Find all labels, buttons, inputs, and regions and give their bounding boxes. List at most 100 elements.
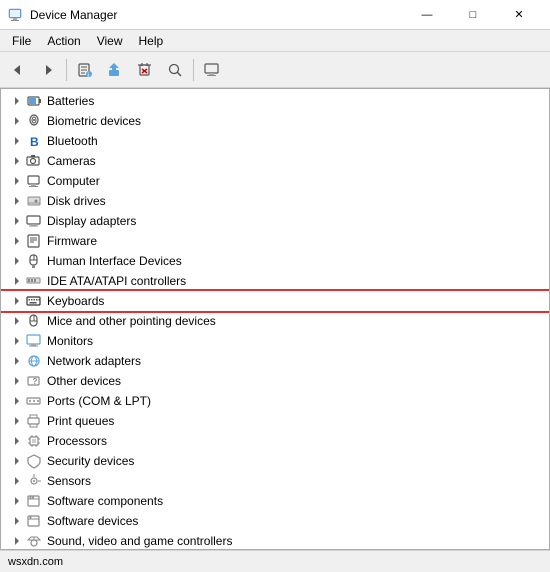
close-button[interactable]: ✕ <box>496 0 542 30</box>
toolbar-separator-2 <box>193 59 194 81</box>
expand-arrow <box>9 153 25 169</box>
expand-arrow <box>9 433 25 449</box>
expand-arrow <box>9 213 25 229</box>
menu-help[interactable]: Help <box>131 32 172 50</box>
tree-item-display-adapters[interactable]: Display adapters <box>1 211 549 231</box>
tree-item-ports--com---lpt-[interactable]: Ports (COM & LPT) <box>1 391 549 411</box>
tree-item-network-adapters[interactable]: Network adapters <box>1 351 549 371</box>
tree-item-human-interface-devices[interactable]: Human Interface Devices <box>1 251 549 271</box>
tree-item-software-devices[interactable]: Software devices <box>1 511 549 531</box>
expand-arrow <box>9 393 25 409</box>
scan-button[interactable] <box>161 56 189 84</box>
forward-button[interactable] <box>34 56 62 84</box>
expand-arrow <box>9 533 25 549</box>
sensors-icon <box>25 472 43 490</box>
expand-arrow <box>9 233 25 249</box>
tree-item-label: Computer <box>47 171 100 191</box>
expand-arrow <box>9 173 25 189</box>
network-adapters-icon <box>25 352 43 370</box>
toolbar: i <box>0 52 550 88</box>
tree-item-sensors[interactable]: Sensors <box>1 471 549 491</box>
tree-item-label: Security devices <box>47 451 134 471</box>
tree-item-label: Biometric devices <box>47 111 141 131</box>
tree-item-label: Processors <box>47 431 107 451</box>
tree-item-label: Print queues <box>47 411 114 431</box>
tree-item-label: Sensors <box>47 471 91 491</box>
menu-view[interactable]: View <box>89 32 131 50</box>
tree-item-sound--video-and-game-controllers[interactable]: Sound, video and game controllers <box>1 531 549 549</box>
tree-item-software-components[interactable]: Software components <box>1 491 549 511</box>
app-icon <box>8 7 24 23</box>
expand-arrow <box>9 353 25 369</box>
main-panel: BatteriesBiometric devices B BluetoothCame… <box>0 88 550 550</box>
software-devices-icon <box>25 512 43 530</box>
device-tree[interactable]: BatteriesBiometric devices B BluetoothCame… <box>1 89 549 549</box>
tree-item-bluetooth[interactable]: B Bluetooth <box>1 131 549 151</box>
expand-arrow <box>9 113 25 129</box>
keyboards-icon <box>25 292 43 310</box>
tree-item-computer[interactable]: Computer <box>1 171 549 191</box>
expand-arrow <box>9 333 25 349</box>
svg-text:B: B <box>30 135 39 149</box>
tree-item-label: Mice and other pointing devices <box>47 311 216 331</box>
print-queues-icon <box>25 412 43 430</box>
back-button[interactable] <box>4 56 32 84</box>
tree-item-biometric-devices[interactable]: Biometric devices <box>1 111 549 131</box>
expand-arrow <box>9 493 25 509</box>
other-devices-icon: ? <box>25 372 43 390</box>
tree-item-other-devices[interactable]: ? Other devices <box>1 371 549 391</box>
window-controls: — □ ✕ <box>404 0 542 30</box>
tree-item-firmware[interactable]: Firmware <box>1 231 549 251</box>
tree-item-label: Sound, video and game controllers <box>47 531 232 549</box>
menu-action[interactable]: Action <box>39 32 88 50</box>
bluetooth-icon: B <box>25 132 43 150</box>
title-bar: Device Manager — □ ✕ <box>0 0 550 30</box>
svg-text:?: ? <box>33 377 38 386</box>
properties-button[interactable]: i <box>71 56 99 84</box>
tree-item-label: Software components <box>47 491 163 511</box>
cameras-icon <box>25 152 43 170</box>
human-interface-devices-icon <box>25 252 43 270</box>
tree-item-processors[interactable]: Processors <box>1 431 549 451</box>
ide-ata-atapi-controllers-icon <box>25 272 43 290</box>
expand-arrow <box>9 453 25 469</box>
tree-item-label: Cameras <box>47 151 96 171</box>
security-devices-icon <box>25 452 43 470</box>
tree-item-print-queues[interactable]: Print queues <box>1 411 549 431</box>
tree-item-batteries[interactable]: Batteries <box>1 91 549 111</box>
mice-and-other-pointing-devices-icon <box>25 312 43 330</box>
tree-item-label: Software devices <box>47 511 138 531</box>
update-driver-button[interactable] <box>101 56 129 84</box>
tree-item-label: Other devices <box>47 371 121 391</box>
expand-arrow <box>9 93 25 109</box>
toolbar-separator-1 <box>66 59 67 81</box>
tree-item-label: Bluetooth <box>47 131 98 151</box>
expand-arrow <box>9 253 25 269</box>
expand-arrow <box>9 293 25 309</box>
software-components-icon <box>25 492 43 510</box>
minimize-button[interactable]: — <box>404 0 450 30</box>
tree-item-disk-drives[interactable]: Disk drives <box>1 191 549 211</box>
tree-item-keyboards[interactable]: Keyboards <box>1 291 549 311</box>
status-text: wsxdn.com <box>8 556 63 568</box>
expand-arrow <box>9 273 25 289</box>
tree-item-security-devices[interactable]: Security devices <box>1 451 549 471</box>
display-adapters-icon <box>25 212 43 230</box>
disk-drives-icon <box>25 192 43 210</box>
expand-arrow <box>9 473 25 489</box>
tree-item-mice-and-other-pointing-devices[interactable]: Mice and other pointing devices <box>1 311 549 331</box>
sound--video-and-game-controllers-icon <box>25 532 43 549</box>
maximize-button[interactable]: □ <box>450 0 496 30</box>
monitor-button[interactable] <box>198 56 226 84</box>
tree-item-cameras[interactable]: Cameras <box>1 151 549 171</box>
monitors-icon <box>25 332 43 350</box>
menu-file[interactable]: File <box>4 32 39 50</box>
uninstall-button[interactable] <box>131 56 159 84</box>
expand-arrow <box>9 193 25 209</box>
tree-item-ide-ata-atapi-controllers[interactable]: IDE ATA/ATAPI controllers <box>1 271 549 291</box>
tree-item-label: Human Interface Devices <box>47 251 182 271</box>
expand-arrow <box>9 133 25 149</box>
expand-arrow <box>9 373 25 389</box>
tree-item-label: Batteries <box>47 91 94 111</box>
tree-item-monitors[interactable]: Monitors <box>1 331 549 351</box>
